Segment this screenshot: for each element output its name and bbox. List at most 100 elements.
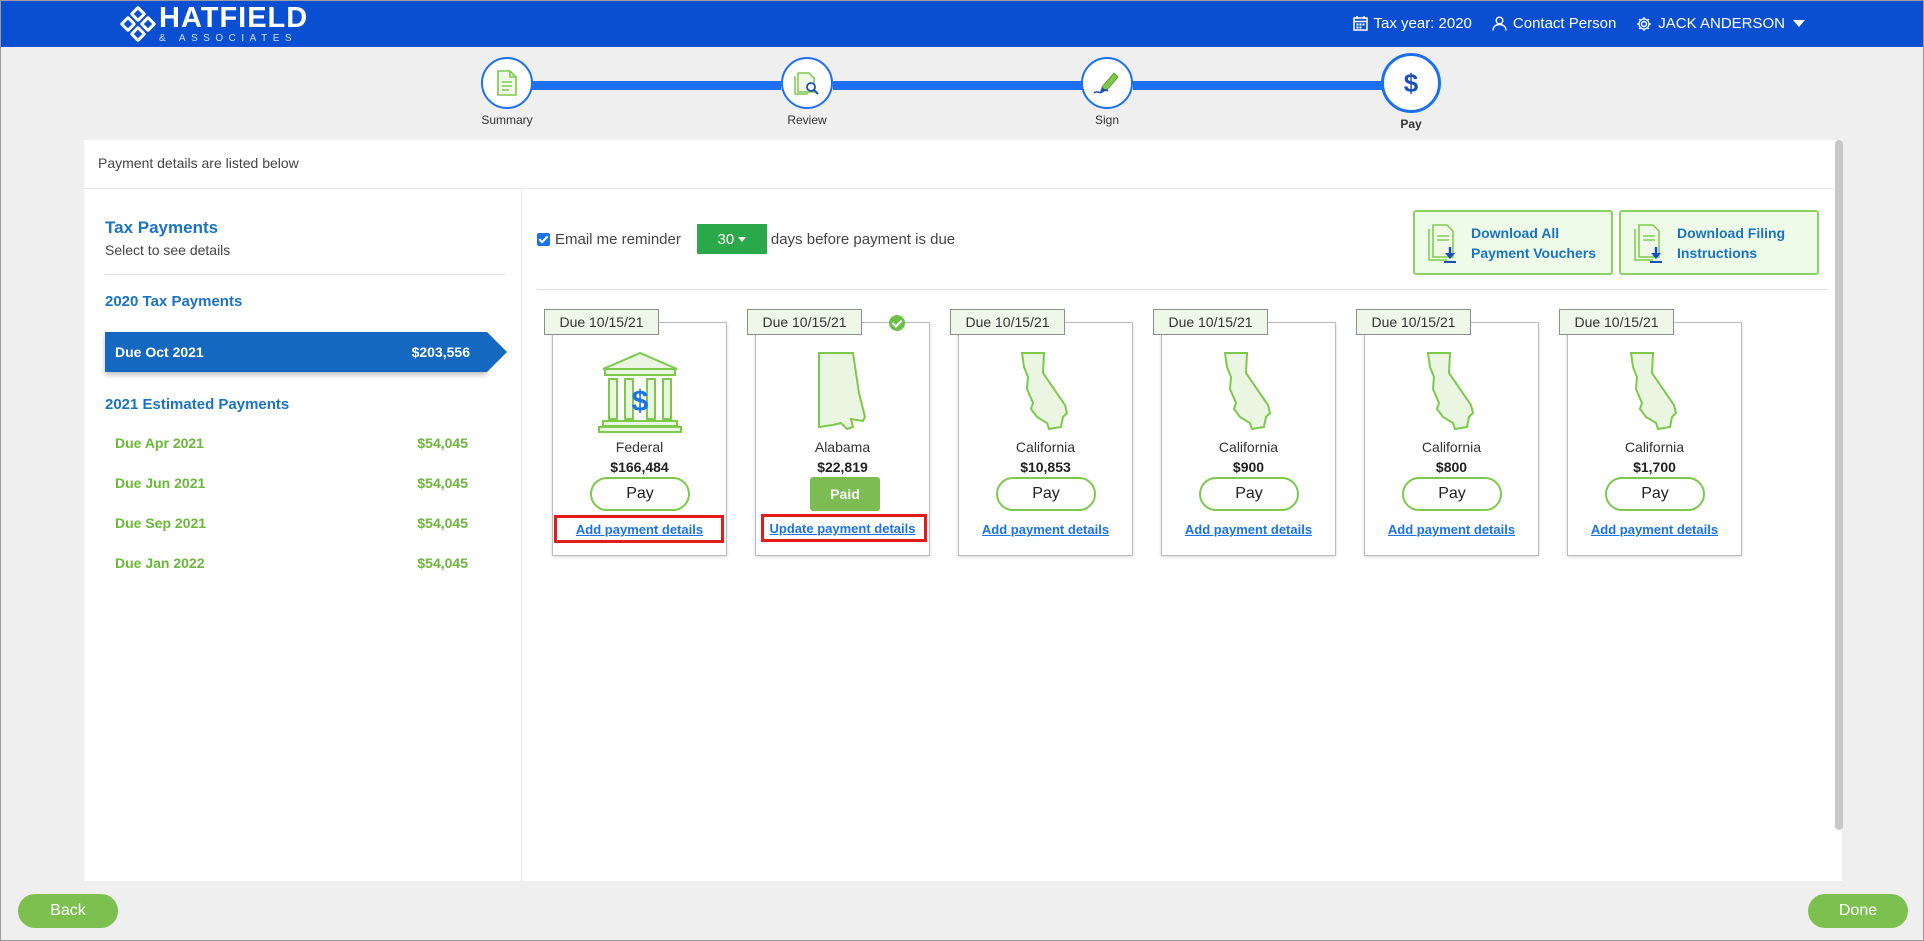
pay-button[interactable]: Pay [1605,477,1705,511]
sidebar-item-amount: $203,556 [411,344,470,360]
paid-status-button[interactable]: Paid [810,477,880,511]
section-2021-estimated-payments: 2021 Estimated Payments [105,396,290,413]
chevron-down-icon [1793,20,1805,27]
top-bar: HATFIELD & ASSOCIATES Tax year: 2020 Con… [1,1,1923,47]
paid-check-icon [889,315,905,331]
user-menu[interactable]: JACK ANDERSON [1636,15,1805,32]
payment-amount: $800 [1435,459,1468,475]
contact-person-label: Contact Person [1512,15,1617,32]
payment-amount: $1,700 [1633,459,1676,475]
alabama-map-icon [817,352,866,431]
sidebar-item-due-jun-2021[interactable]: Due Jun 2021 $54,045 [105,463,468,503]
section-2020-tax-payments: 2020 Tax Payments [105,293,243,310]
email-reminder: Email me reminder 30 days before payment… [537,224,955,254]
california-map-icon [1426,352,1474,431]
back-button[interactable]: Back [18,894,118,928]
sidebar-item-due-jan-2022[interactable]: Due Jan 2022 $54,045 [105,543,468,583]
sidebar-title: Tax Payments [105,218,219,237]
svg-text:$: $ [1404,68,1419,98]
tax-year-selector[interactable]: Tax year: 2020 [1352,15,1472,32]
step-pay[interactable]: $ Pay [1381,53,1441,131]
step-connector [1133,81,1389,90]
pay-button[interactable]: Pay [1199,477,1299,511]
due-date-tab: Due 10/15/21 [544,309,659,335]
step-summary[interactable]: Summary [481,57,533,127]
sidebar-item-amount: $54,045 [417,515,468,531]
email-reminder-checkbox[interactable] [537,232,550,246]
california-map-icon [1629,352,1677,431]
contact-person-link[interactable]: Contact Person [1492,15,1616,32]
document-download-icon [1428,223,1456,263]
due-date-tab: Due 10/15/21 [1153,309,1268,335]
step-review[interactable]: Review [781,57,833,127]
panel-heading: Payment details are listed below [84,140,1842,189]
user-name: JACK ANDERSON [1658,15,1785,32]
tax-payments-sidebar: Tax Payments Select to see details 2020 … [84,190,522,881]
download-instructions-line1: Download Filing [1677,224,1786,241]
sidebar-item-amount: $54,045 [417,475,468,491]
reminder-suffix: days before payment is due [770,230,956,248]
payment-card-california: Due 10/15/21 California $800 Pay Add pay… [1356,309,1539,556]
sidebar-item-due-apr-2021[interactable]: Due Apr 2021 $54,045 [105,423,468,463]
logo-mark-icon [119,5,157,43]
payment-jurisdiction: California [1624,439,1685,455]
payment-jurisdiction: California [1015,439,1076,455]
payment-panel: Payment details are listed below Tax Pay… [84,140,1843,881]
payment-content: Email me reminder 30 days before payment… [523,190,1842,881]
step-label-summary: Summary [481,113,533,127]
sidebar-subtitle: Select to see details [105,242,505,275]
sidebar-item-amount: $54,045 [417,435,468,451]
payment-card-federal: Due 10/15/21 $ Federal $166,484 Pay Add … [544,309,727,556]
add-payment-details-link[interactable]: Add payment details [1162,522,1335,537]
person-icon [1492,16,1507,31]
payment-card-alabama: Due 10/15/21 Alabama $22,819 Paid Update… [747,309,930,556]
done-button[interactable]: Done [1808,894,1908,928]
step-label-pay: Pay [1400,117,1422,131]
due-date-tab: Due 10/15/21 [747,309,862,335]
payment-amount: $166,484 [610,459,669,475]
pay-button[interactable]: Pay [996,477,1096,511]
hatfield-logo[interactable]: HATFIELD & ASSOCIATES [119,2,309,44]
sidebar-item-label: Due Apr 2021 [115,435,204,451]
content-divider [537,289,1828,290]
brand-name: HATFIELD [159,2,309,34]
payment-card-california: Due 10/15/21 California $900 Pay Add pay… [1153,309,1336,556]
document-download-icon [1634,223,1662,263]
download-vouchers-line1: Download All [1471,224,1560,241]
add-payment-details-link[interactable]: Add payment details [959,522,1132,537]
add-payment-details-link[interactable]: Add payment details [1568,522,1741,537]
calendar-icon [1352,16,1368,31]
sidebar-item-due-sep-2021[interactable]: Due Sep 2021 $54,045 [105,503,468,543]
pay-button[interactable]: Pay [590,477,690,511]
add-payment-details-link[interactable]: Add payment details [1365,522,1538,537]
reminder-days-dropdown[interactable]: 30 [696,224,767,254]
download-instructions-line2: Instructions [1677,244,1758,261]
bank-dollar-icon: $ [597,351,682,433]
progress-stepper: Summary Review Sign $ Pay [481,53,1461,133]
step-sign[interactable]: Sign [1081,57,1133,127]
california-map-icon [1223,352,1271,431]
highlight-box [554,515,724,543]
download-filing-instructions-button[interactable]: Download Filing Instructions [1619,210,1819,275]
sidebar-item-label: Due Jun 2021 [115,475,206,491]
due-date-tab: Due 10/15/21 [1356,309,1471,335]
pay-button[interactable]: Pay [1402,477,1502,511]
payment-jurisdiction: California [1421,439,1482,455]
document-search-icon [794,72,819,95]
payment-amount: $10,853 [1020,459,1071,475]
sidebar-item-amount: $54,045 [417,555,468,571]
california-map-icon [1020,352,1068,431]
due-date-tab: Due 10/15/21 [950,309,1065,335]
reminder-days-value: 30 [717,230,735,248]
due-date-tab: Due 10/15/21 [1559,309,1674,335]
brand-subtitle: & ASSOCIATES [159,33,298,44]
payment-amount: $900 [1232,459,1265,475]
chevron-down-icon [738,236,747,242]
sidebar-item-due-oct-2021[interactable]: Due Oct 2021 $203,556 [105,332,507,372]
highlight-box [761,514,927,542]
document-icon [497,70,517,96]
download-all-payment-vouchers-button[interactable]: Download All Payment Vouchers [1413,210,1613,275]
payment-jurisdiction: Alabama [814,439,871,455]
svg-text:$: $ [631,385,648,418]
step-connector [833,81,1083,90]
